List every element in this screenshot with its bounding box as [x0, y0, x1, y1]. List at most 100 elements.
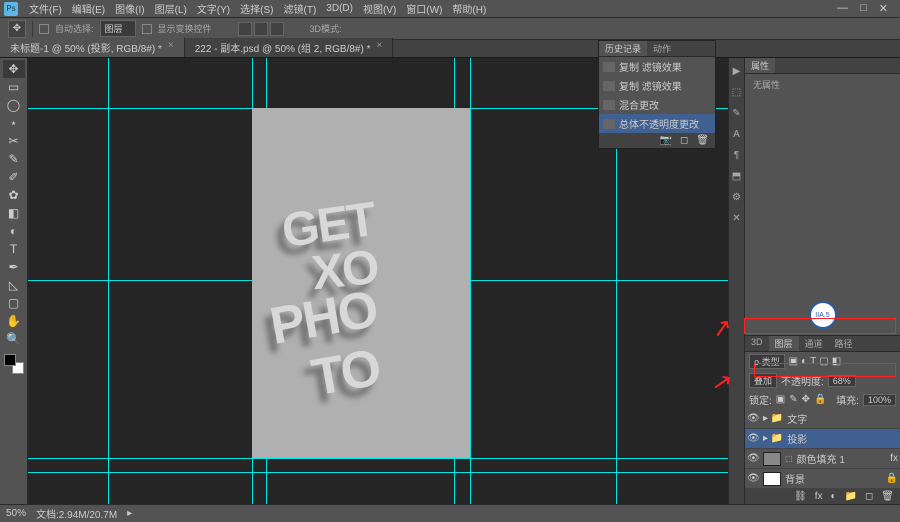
panel-icon[interactable]: A [733, 129, 740, 140]
menu-filter[interactable]: 滤镜(T) [279, 1, 322, 16]
guide[interactable] [28, 458, 728, 459]
eyedropper-tool[interactable]: ✎ [3, 150, 25, 168]
menu-type[interactable]: 文字(Y) [192, 1, 235, 16]
fx-icon[interactable]: fx [815, 491, 823, 502]
visibility-icon[interactable]: 👁 [747, 433, 759, 444]
tab-channels[interactable]: 通道 [799, 336, 829, 351]
type-tool[interactable]: T [3, 240, 25, 258]
delete-icon[interactable]: 🗑 [696, 135, 709, 146]
visibility-icon[interactable]: 👁 [747, 453, 759, 464]
shape-tool[interactable]: ▢ [3, 294, 25, 312]
menu-select[interactable]: 选择(S) [235, 1, 278, 16]
panel-icon[interactable]: ¶ [734, 150, 739, 161]
fill-input[interactable]: 100% [863, 394, 896, 406]
wand-tool[interactable]: ⋆ [3, 114, 25, 132]
color-swatches[interactable] [4, 354, 24, 374]
guide[interactable] [28, 472, 728, 473]
window-maximize[interactable]: □ [860, 2, 867, 15]
crop-tool[interactable]: ✂ [3, 132, 25, 150]
window-minimize[interactable]: — [837, 2, 848, 15]
align-icon[interactable] [270, 22, 284, 36]
auto-select-dropdown[interactable]: 图层 [100, 20, 136, 37]
auto-select-checkbox[interactable] [39, 24, 49, 34]
history-tab[interactable]: 历史记录 [599, 41, 647, 56]
lasso-tool[interactable]: ◯ [3, 96, 25, 114]
lock-icon[interactable]: 🔒 [814, 394, 826, 405]
panel-icon[interactable]: ⬒ [732, 171, 741, 182]
new-state-icon[interactable]: ◻ [680, 135, 688, 146]
guide[interactable] [470, 58, 471, 504]
menu-view[interactable]: 视图(V) [358, 1, 401, 16]
panel-icon[interactable]: ⚙ [732, 192, 741, 203]
visibility-icon[interactable]: 👁 [747, 473, 759, 484]
show-transform-checkbox[interactable] [142, 24, 152, 34]
layer-item[interactable]: 👁 ▸ 📁 文字 [745, 409, 900, 429]
history-item[interactable]: 复制 滤镜效果 [599, 57, 715, 76]
panel-stack: 属性 无属性 IIA.5 3D 图层 通道 路径 ρ 类型 ▣ ◐ T ▢ ◧ [744, 58, 900, 504]
collapsed-panels: ▶ ⬚ ✎ A ¶ ⬒ ⚙ ✕ [728, 58, 744, 504]
gradient-tool[interactable]: ◐ [3, 222, 25, 240]
actions-tab[interactable]: 动作 [647, 41, 677, 56]
delete-icon[interactable]: 🗑 [881, 491, 894, 502]
layer-name: 背景 [785, 471, 805, 486]
fg-color[interactable] [4, 354, 16, 366]
layer-thumb [763, 472, 781, 486]
panel-icon[interactable]: ⬚ [732, 87, 741, 98]
panel-icon[interactable]: ✕ [732, 213, 740, 224]
folder-icon: ▸ 📁 [763, 433, 783, 444]
lock-icon[interactable]: ▣ [776, 394, 785, 405]
menu-edit[interactable]: 编辑(E) [67, 1, 110, 16]
move-tool-icon[interactable]: ✥ [8, 20, 26, 38]
menu-3d[interactable]: 3D(D) [321, 3, 358, 14]
history-item[interactable]: 混合更改 [599, 95, 715, 114]
close-tab-icon[interactable]: × [168, 40, 174, 55]
panel-icon[interactable]: ✎ [732, 108, 740, 119]
layer-name: 投影 [787, 431, 807, 446]
layer-item[interactable]: 👁 ⬚ 颜色填充 1 fx [745, 449, 900, 469]
document-tab[interactable]: 222 - 副本.psd @ 50% (组 2, RGB/8#) *× [185, 38, 394, 57]
snapshot-icon[interactable]: 📷 [660, 135, 672, 146]
move-tool[interactable]: ✥ [3, 60, 25, 78]
align-icon[interactable] [254, 22, 268, 36]
zoom-tool[interactable]: 🔍 [3, 330, 25, 348]
guide[interactable] [108, 58, 109, 504]
chevron-right-icon[interactable]: ▸ [127, 508, 132, 519]
menu-layer[interactable]: 图层(L) [150, 1, 192, 16]
menu-window[interactable]: 窗口(W) [401, 1, 447, 16]
layer-item[interactable]: 👁 ▸ 📁 投影 [745, 429, 900, 449]
mask-icon[interactable]: ◐ [830, 491, 836, 502]
marquee-tool[interactable]: ▭ [3, 78, 25, 96]
menu-image[interactable]: 图像(I) [110, 1, 149, 16]
lock-icon[interactable]: ✥ [802, 394, 810, 405]
stamp-tool[interactable]: ✿ [3, 186, 25, 204]
menu-file[interactable]: 文件(F) [24, 1, 67, 16]
brush-tool[interactable]: ✐ [3, 168, 25, 186]
close-tab-icon[interactable]: × [376, 40, 382, 55]
tab-3d[interactable]: 3D [745, 336, 769, 351]
hand-tool[interactable]: ✋ [3, 312, 25, 330]
history-item[interactable]: 复制 滤镜效果 [599, 76, 715, 95]
path-tool[interactable]: ◺ [3, 276, 25, 294]
panel-icon[interactable]: ▶ [733, 66, 741, 77]
fx-icon[interactable]: fx [890, 453, 898, 464]
window-close[interactable]: ✕ [879, 2, 888, 15]
document-tab[interactable]: 未标题-1 @ 50% (投影, RGB/8#) *× [0, 38, 185, 57]
align-icon[interactable] [238, 22, 252, 36]
eraser-tool[interactable]: ◧ [3, 204, 25, 222]
link-layers-icon[interactable]: ⛓ [794, 491, 807, 502]
lock-icon[interactable]: ✎ [789, 394, 797, 405]
history-item[interactable]: 总体不透明度更改 [599, 114, 715, 133]
artwork-text: TO [307, 338, 384, 409]
tab-layers[interactable]: 图层 [769, 336, 799, 351]
tab-paths[interactable]: 路径 [829, 336, 859, 351]
zoom-level[interactable]: 50% [6, 508, 26, 519]
visibility-icon[interactable]: 👁 [747, 413, 759, 424]
menu-help[interactable]: 帮助(H) [447, 1, 491, 16]
new-group-icon[interactable]: 📁 [845, 491, 857, 502]
new-layer-icon[interactable]: ◻ [865, 491, 873, 502]
layer-item[interactable]: 👁 背景 🔒 [745, 469, 900, 489]
properties-tab[interactable]: 属性 [745, 58, 775, 73]
pen-tool[interactable]: ✒ [3, 258, 25, 276]
doc-size[interactable]: 文档:2.94M/20.7M [36, 506, 117, 521]
layer-thumb [763, 452, 781, 466]
